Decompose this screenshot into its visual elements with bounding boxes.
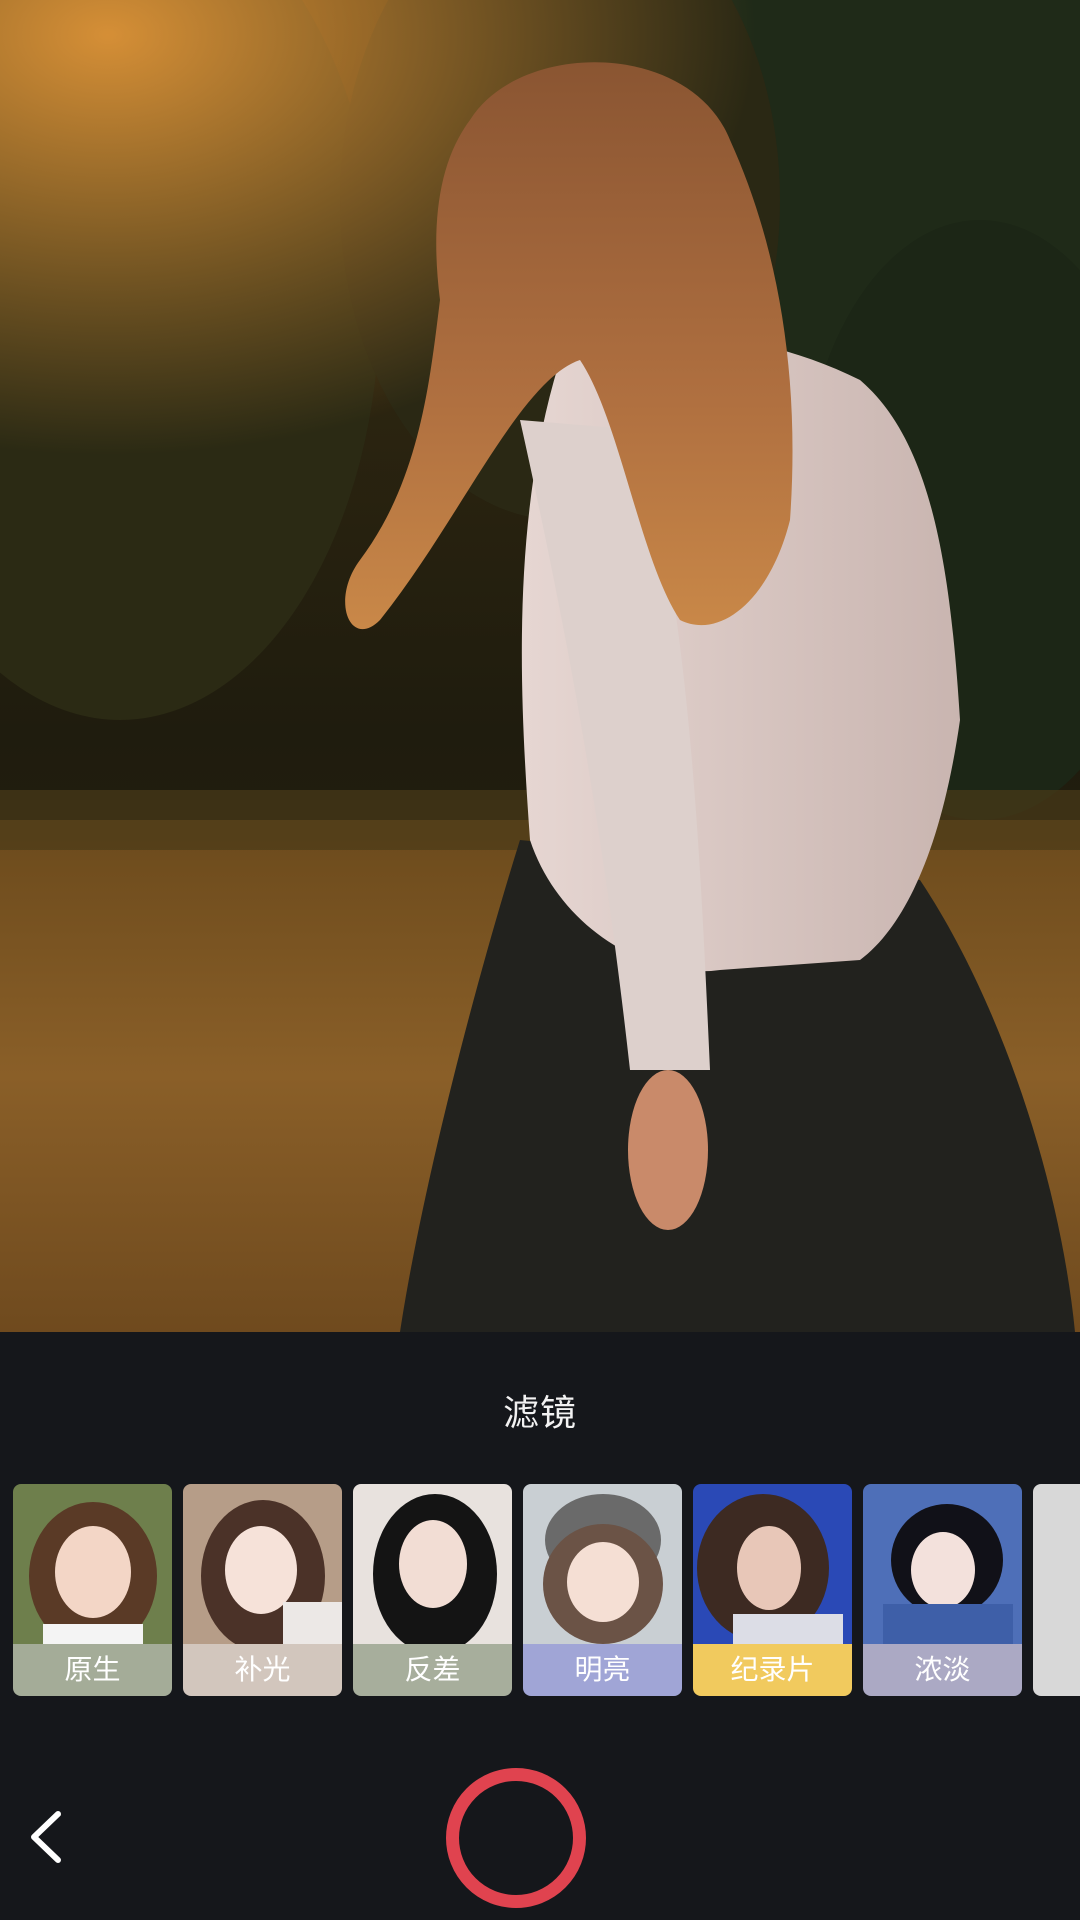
panel-title: 滤镜 — [502, 1393, 577, 1434]
filter-item-mingliang[interactable]: 明亮 — [523, 1484, 682, 1696]
camera-filter-screen: 滤镜 原生 补光 反差 明亮 纪录片 浓淡 — [0, 0, 1080, 1920]
filter-label: 纪录片 — [693, 1644, 852, 1696]
filter-thumbnail — [353, 1484, 512, 1644]
back-button[interactable] — [14, 1802, 84, 1872]
filter-label: 补光 — [183, 1644, 342, 1696]
filter-label: 浓淡 — [863, 1644, 1022, 1696]
filter-item-partial[interactable] — [1033, 1484, 1080, 1696]
filter-item-jilupian[interactable]: 纪录片 — [693, 1484, 852, 1696]
filter-thumbnail — [693, 1484, 852, 1644]
filter-item-yuansheng[interactable]: 原生 — [13, 1484, 172, 1696]
filter-thumbnail — [523, 1484, 682, 1644]
chevron-left-icon — [31, 1811, 61, 1863]
filter-label: 明亮 — [523, 1644, 682, 1696]
filter-list[interactable]: 原生 补光 反差 明亮 纪录片 浓淡 — [13, 1484, 1080, 1696]
filter-item-buguang[interactable]: 补光 — [183, 1484, 342, 1696]
filter-label: 原生 — [13, 1644, 172, 1696]
shutter-button[interactable] — [446, 1768, 586, 1908]
filter-item-fancha[interactable]: 反差 — [353, 1484, 512, 1696]
filter-item-nongdan[interactable]: 浓淡 — [863, 1484, 1022, 1696]
preview-photo — [0, 0, 1080, 1332]
filter-panel: 滤镜 原生 补光 反差 明亮 纪录片 浓淡 — [0, 1332, 1080, 1920]
photo-preview — [0, 0, 1080, 1332]
filter-thumbnail — [13, 1484, 172, 1644]
filter-thumbnail — [863, 1484, 1022, 1644]
filter-thumbnail — [183, 1484, 342, 1644]
filter-label: 反差 — [353, 1644, 512, 1696]
